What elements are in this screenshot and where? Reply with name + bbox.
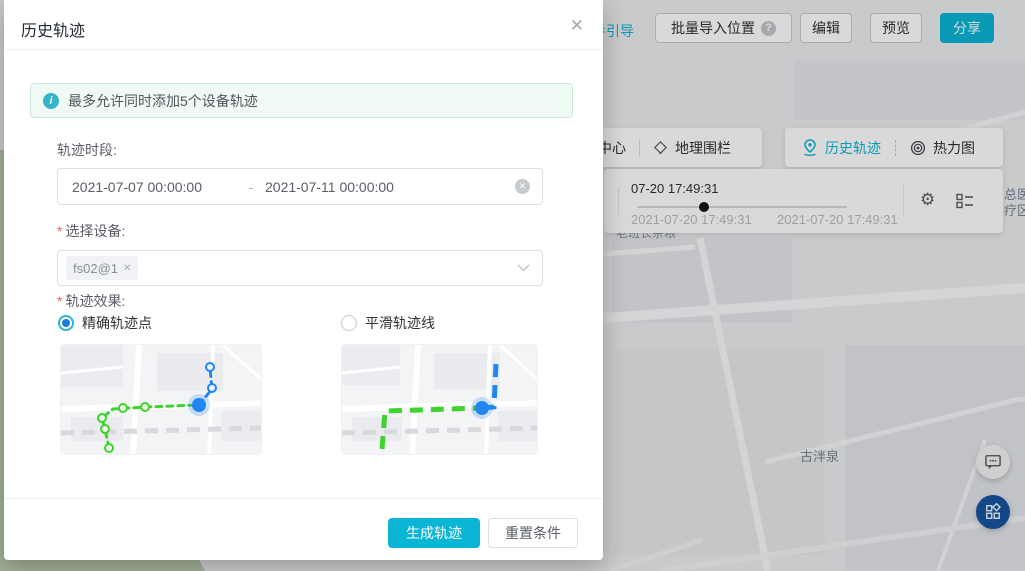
date-range-input[interactable]: 2021-07-07 00:00:00 - 2021-07-11 00:00:0… xyxy=(57,168,543,205)
app-window: 古泮泉 老班长杂粮 总医 疗区 手引导 批量导入位置 ? 编辑 预览 分享 中心… xyxy=(0,0,1025,571)
reset-conditions-button[interactable]: 重置条件 xyxy=(488,518,578,548)
device-tag: fs02@1 ✕ xyxy=(66,256,138,280)
modal-title: 历史轨迹 xyxy=(21,17,85,41)
smooth-track-preview-image xyxy=(342,345,538,455)
required-mark: * xyxy=(57,223,62,239)
precise-track-preview-image xyxy=(61,345,262,455)
radio-unselected-icon[interactable] xyxy=(341,315,357,331)
clear-icon[interactable]: ✕ xyxy=(515,179,530,194)
history-track-modal: 历史轨迹 ✕ i 最多允许同时添加5个设备轨迹 轨迹时段: 2021-07-07… xyxy=(4,0,603,560)
device-select[interactable]: fs02@1 ✕ xyxy=(57,250,543,286)
date-end-value[interactable]: 2021-07-11 00:00:00 xyxy=(265,179,394,195)
radio-precise-points[interactable]: 精确轨迹点 xyxy=(58,313,152,333)
generate-track-button[interactable]: 生成轨迹 xyxy=(388,518,480,548)
device-label: *选择设备: xyxy=(57,221,125,241)
notice-text: 最多允许同时添加5个设备轨迹 xyxy=(68,91,258,111)
notice-banner: i 最多允许同时添加5个设备轨迹 xyxy=(30,83,573,118)
radio-smooth-line[interactable]: 平滑轨迹线 xyxy=(341,313,435,333)
radio-smooth-label: 平滑轨迹线 xyxy=(365,313,435,333)
modal-header: 历史轨迹 ✕ xyxy=(4,0,603,50)
preview-smooth-line xyxy=(341,344,538,455)
date-separator: - xyxy=(237,179,265,195)
preview-precise-points xyxy=(60,344,262,455)
close-icon[interactable]: ✕ xyxy=(570,16,584,36)
date-start-value[interactable]: 2021-07-07 00:00:00 xyxy=(72,179,237,195)
device-tag-label: fs02@1 xyxy=(73,261,118,276)
remove-tag-icon[interactable]: ✕ xyxy=(123,263,131,274)
effect-label: *轨迹效果: xyxy=(57,291,125,311)
chevron-down-icon xyxy=(517,264,530,272)
radio-precise-label: 精确轨迹点 xyxy=(82,313,152,333)
footer-divider xyxy=(4,498,603,499)
info-icon: i xyxy=(43,93,59,109)
period-label: 轨迹时段: xyxy=(57,140,117,160)
required-mark: * xyxy=(57,293,62,309)
radio-selected-icon[interactable] xyxy=(58,315,74,331)
